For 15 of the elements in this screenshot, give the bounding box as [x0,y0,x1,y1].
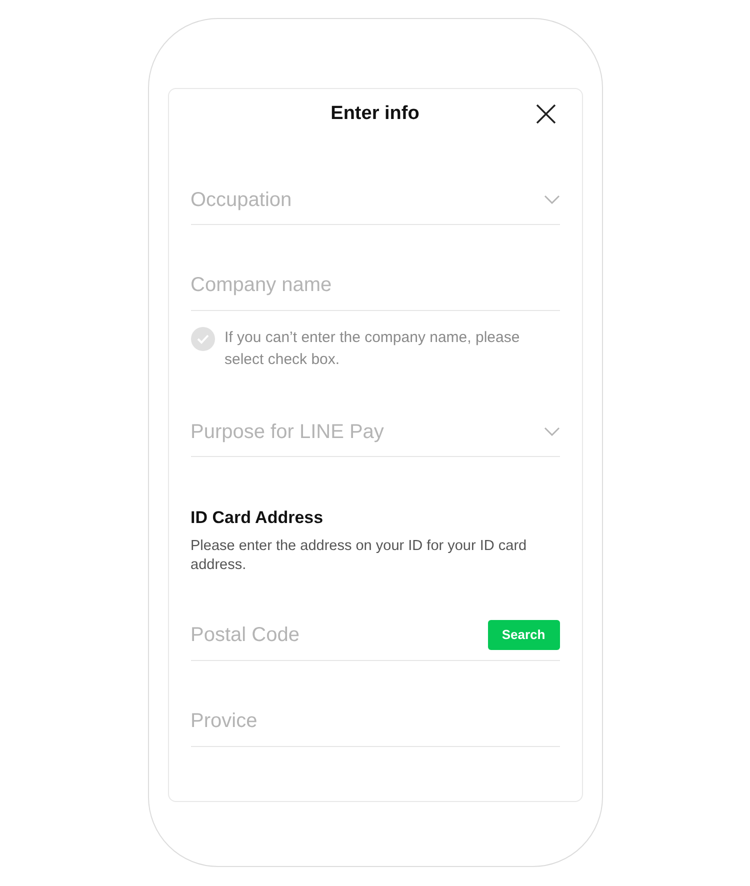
checkbox-label: If you can’t enter the company name, please select check box. [224,328,521,370]
select-field[interactable]: Purpose for LINE Pay [190,407,560,457]
checkbox[interactable] [190,327,214,351]
chevron-down-icon [544,427,560,436]
input-field[interactable]: Company name [190,261,560,311]
section-description: Please enter the address on your ID for your ID card address. [190,536,528,574]
select-field[interactable]: Occupation [190,175,560,225]
search-button[interactable]: Search [488,620,560,650]
dialog-title: Enter info [330,102,420,126]
close-icon[interactable] [536,104,556,124]
chevron-down-icon [544,195,560,204]
input-field[interactable]: Postal Code Search [190,610,560,660]
check-icon [196,334,208,344]
input-field[interactable]: Provice [190,696,560,746]
section-heading: ID Card Address [190,507,324,529]
